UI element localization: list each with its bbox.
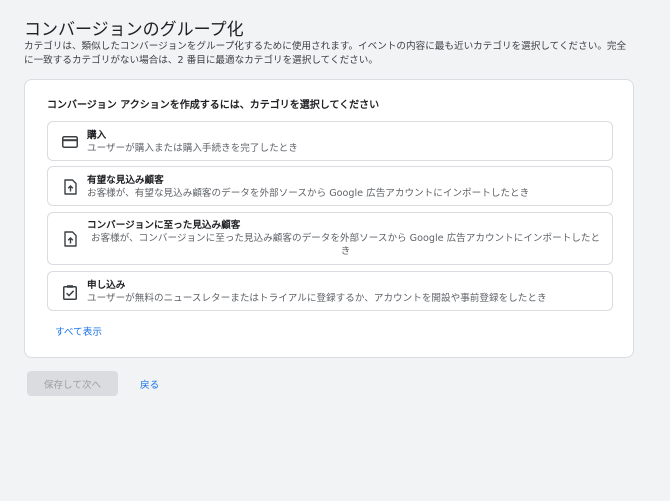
category-option-description: ユーザーが購入または購入手続きを完了したとき [87,143,298,154]
back-button[interactable]: 戻る [140,377,159,391]
category-option-title: 申し込み [87,280,126,291]
category-option-description: お客様が、コンバージョンに至った見込み顧客のデータを外部ソースから Google… [90,233,601,257]
checkbox-checked-icon [61,283,79,301]
category-option-sign-up[interactable]: 申し込み ユーザーが無料のニュースレターまたはトライアルに登録するか、アカウント… [47,271,613,311]
conversion-grouping-page: コンバージョンのグループ化 カテゴリは、類似したコンバージョンをグループ化するた… [0,0,670,501]
category-option-title: 有望な見込み顧客 [87,175,164,186]
card-heading: コンバージョン アクションを作成するには、カテゴリを選択してください [47,100,380,111]
category-card: コンバージョン アクションを作成するには、カテゴリを選択してください 購入 ユー… [24,79,634,358]
file-upload-icon [61,178,79,196]
category-option-purchase[interactable]: 購入 ユーザーが購入または購入手続きを完了したとき [47,121,613,161]
show-all-link[interactable]: すべて表示 [55,324,102,338]
category-option-description: ユーザーが無料のニュースレターまたはトライアルに登録するか、アカウントを開設や事… [87,293,547,304]
category-option-qualified-lead[interactable]: 有望な見込み顧客 お客様が、有望な見込み顧客のデータを外部ソースから Googl… [47,166,613,206]
category-option-converted-lead[interactable]: コンバージョンに至った見込み顧客 お客様が、コンバージョンに至った見込み顧客のデ… [47,212,613,265]
credit-card-icon [61,133,79,151]
page-title: コンバージョンのグループ化 [24,20,244,40]
category-option-description: お客様が、有望な見込み顧客のデータを外部ソースから Google 広告アカウント… [87,188,530,199]
page-description: カテゴリは、類似したコンバージョンをグループ化するために使用されます。イベントの… [24,41,627,66]
save-and-continue-button[interactable]: 保存して次へ [27,371,118,396]
category-option-title: コンバージョンに至った見込み顧客 [87,220,241,231]
category-option-title: 購入 [87,130,107,141]
file-upload-icon [61,230,79,248]
